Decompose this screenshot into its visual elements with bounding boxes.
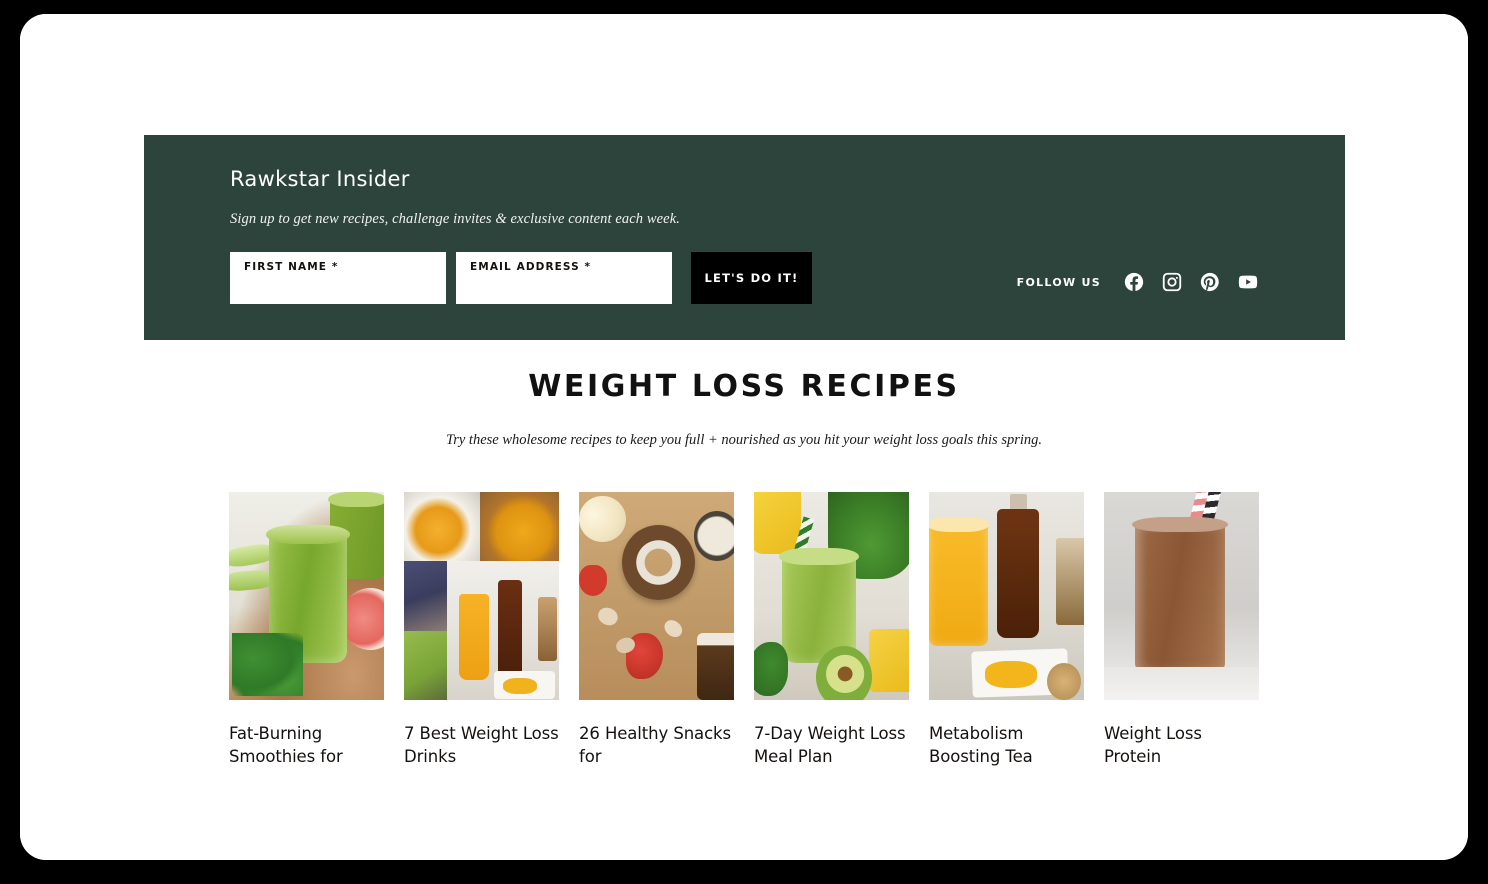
recipe-title: 26 Healthy Snacks for: [579, 724, 731, 766]
email-field-wrapper: EMAIL ADDRESS *: [456, 252, 672, 304]
recipe-card[interactable]: Fat-Burning Smoothies for: [229, 492, 384, 769]
page-title: WEIGHT LOSS RECIPES: [528, 369, 960, 404]
recipe-card[interactable]: Weight Loss Protein: [1104, 492, 1259, 769]
newsletter-title: Rawkstar Insider: [230, 167, 410, 191]
recipe-thumbnail: [579, 492, 734, 700]
recipe-title: Metabolism Boosting Tea: [929, 724, 1033, 766]
follow-us-label: FOLLOW US: [1016, 275, 1101, 289]
recipe-thumbnail: [404, 492, 559, 700]
recipe-card[interactable]: Metabolism Boosting Tea: [929, 492, 1084, 769]
follow-us-group: FOLLOW US: [1017, 271, 1259, 293]
newsletter-subtitle: Sign up to get new recipes, challenge in…: [230, 211, 680, 227]
recipe-title: 7-Day Weight Loss Meal Plan: [754, 724, 906, 766]
email-address-input[interactable]: [456, 252, 672, 304]
recipe-thumbnail: [754, 492, 909, 700]
newsletter-signup-section: Rawkstar Insider Sign up to get new reci…: [144, 135, 1345, 340]
instagram-icon[interactable]: [1161, 271, 1183, 293]
weight-loss-recipes-section: WEIGHT LOSS RECIPES Try these wholesome …: [20, 369, 1468, 769]
recipe-card-grid: Fat-Burning Smoothies for 7 Best Weight …: [20, 492, 1468, 769]
recipe-thumbnail: [929, 492, 1084, 700]
recipe-card[interactable]: 26 Healthy Snacks for: [579, 492, 734, 769]
recipe-title: 7 Best Weight Loss Drinks: [404, 724, 559, 766]
recipe-thumbnail: [229, 492, 384, 700]
facebook-icon[interactable]: [1123, 271, 1145, 293]
browser-window: Rawkstar Insider Sign up to get new reci…: [20, 14, 1468, 860]
recipe-title: Fat-Burning Smoothies for: [229, 724, 343, 766]
recipe-card[interactable]: 7-Day Weight Loss Meal Plan: [754, 492, 909, 769]
social-links-list: [1123, 271, 1259, 293]
youtube-icon[interactable]: [1237, 271, 1259, 293]
section-subheading: Try these wholesome recipes to keep you …: [445, 432, 1043, 448]
first-name-field-wrapper: FIRST NAME *: [230, 252, 446, 304]
recipe-card[interactable]: 7 Best Weight Loss Drinks: [404, 492, 559, 769]
newsletter-submit-button[interactable]: LET'S DO IT!: [691, 252, 812, 304]
recipe-thumbnail: [1104, 492, 1259, 700]
recipe-title: Weight Loss Protein: [1104, 724, 1202, 766]
page-content: Rawkstar Insider Sign up to get new reci…: [20, 14, 1468, 860]
first-name-input[interactable]: [230, 252, 446, 304]
pinterest-icon[interactable]: [1199, 271, 1221, 293]
